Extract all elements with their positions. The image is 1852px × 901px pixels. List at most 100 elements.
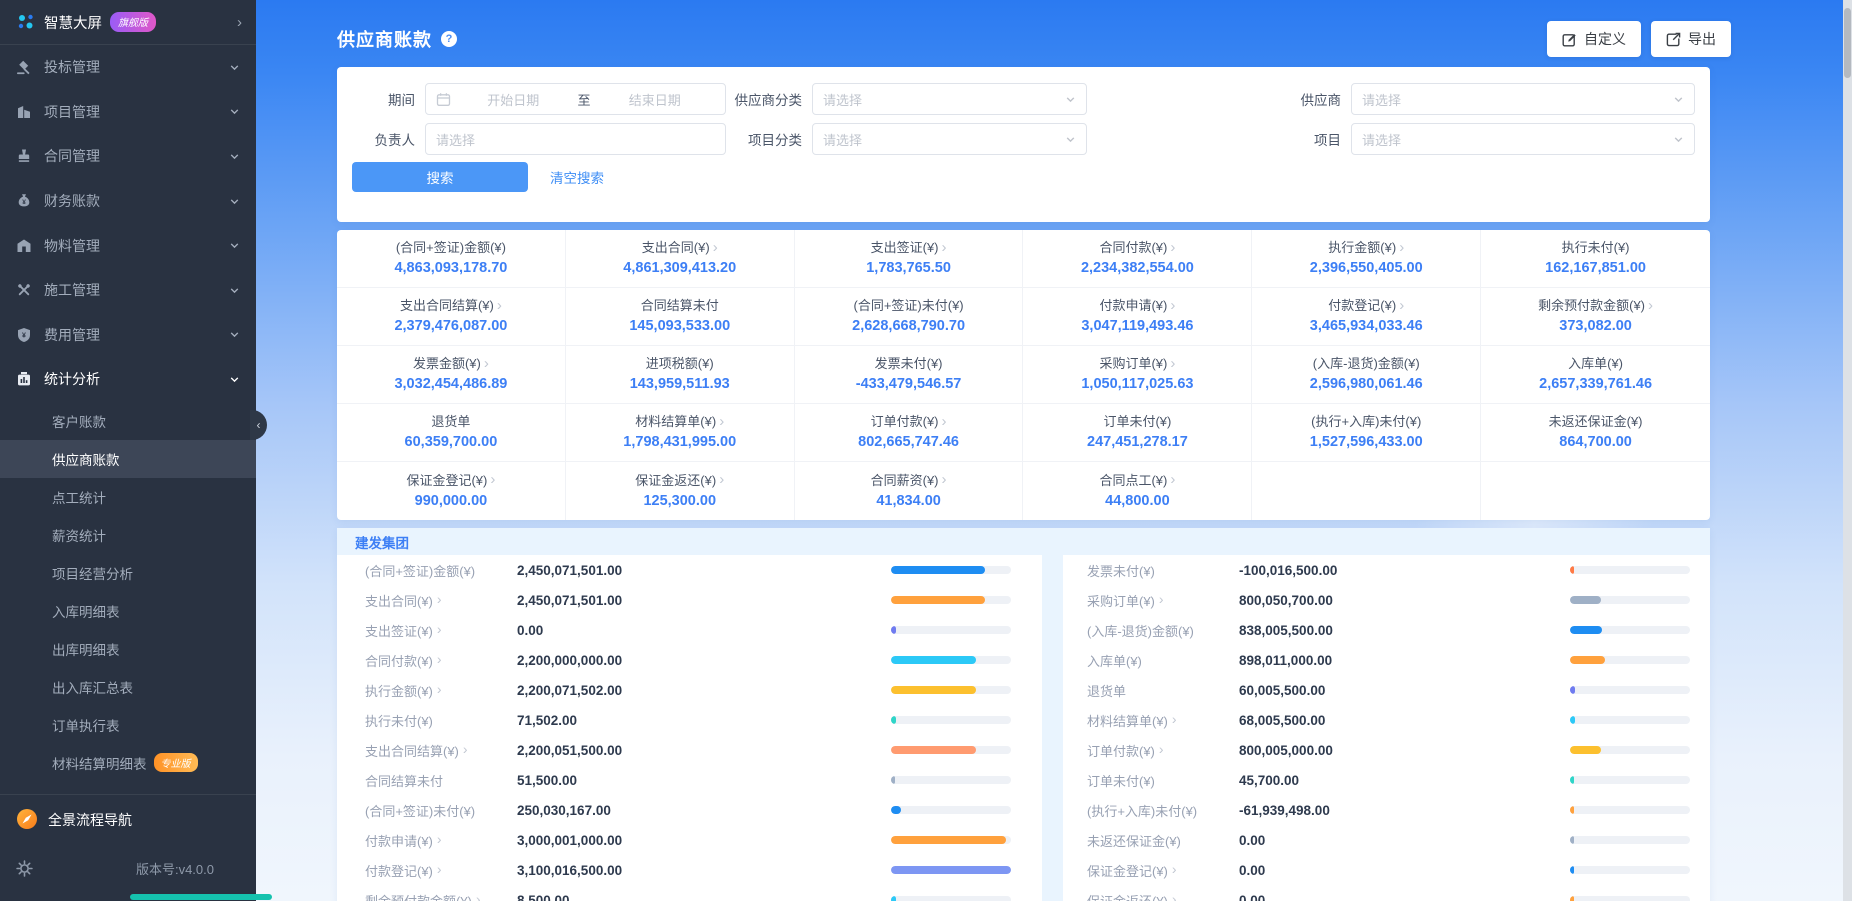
- chevron-down-icon: [229, 285, 240, 296]
- metric-label[interactable]: 合同付款(¥)›: [365, 651, 517, 670]
- sidebar-subitem-label: 供应商账款: [52, 449, 120, 469]
- sidebar-subitem[interactable]: 客户账款: [0, 402, 256, 440]
- end-date-input[interactable]: 结束日期: [595, 90, 716, 109]
- metric-progress-bar: [1570, 716, 1690, 724]
- sidebar-subitem[interactable]: 供应商账款: [0, 440, 256, 478]
- metric-label[interactable]: 支出合同(¥)›: [365, 591, 517, 610]
- supplier-category-select[interactable]: 请选择: [812, 83, 1087, 115]
- search-button[interactable]: 搜索: [352, 162, 528, 192]
- summary-cell: (执行+入库)未付(¥)1,527,596,433.00: [1252, 404, 1481, 462]
- chevron-right-icon: ›: [476, 894, 481, 901]
- summary-cell[interactable]: 付款申请(¥)›3,047,119,493.46: [1023, 288, 1252, 346]
- sidebar-item[interactable]: 项目管理: [0, 90, 256, 135]
- metric-progress-bar: [891, 746, 1011, 754]
- metric-value: 0.00: [1239, 833, 1570, 848]
- summary-cell-value: 864,700.00: [1559, 435, 1632, 450]
- project-select[interactable]: 请选择: [1351, 123, 1695, 155]
- sidebar-item-smart-dashboard[interactable]: 智慧大屏 旗舰版 ›: [0, 0, 256, 44]
- metric-label-text: 发票未付(¥): [1087, 561, 1155, 580]
- help-icon[interactable]: ?: [441, 31, 457, 47]
- sidebar-item-panorama-nav[interactable]: 全景流程导航: [0, 795, 256, 845]
- metric-label-text: 合同结算未付: [365, 771, 443, 790]
- summary-label-text: 发票未付(¥): [875, 357, 943, 370]
- summary-cell[interactable]: 合同点工(¥)›44,800.00: [1023, 462, 1252, 520]
- chevron-right-icon: ›: [1172, 894, 1177, 901]
- sidebar-subitem[interactable]: 项目经营分析: [0, 554, 256, 592]
- summary-cell[interactable]: 材料结算单(¥)›1,798,431,995.00: [566, 404, 795, 462]
- summary-cell[interactable]: 保证金返还(¥)›125,300.00: [566, 462, 795, 520]
- sidebar-subitem-label: 客户账款: [52, 411, 106, 431]
- metric-label-text: (入库-退货)金额(¥): [1087, 621, 1194, 640]
- summary-cell[interactable]: 支出合同(¥)›4,861,309,413.20: [566, 230, 795, 288]
- sidebar-item[interactable]: 施工管理: [0, 268, 256, 313]
- sidebar-subitem[interactable]: 出库明细表: [0, 630, 256, 668]
- project-category-select[interactable]: 请选择: [812, 123, 1087, 155]
- metric-label-text: 合同付款(¥): [365, 651, 433, 670]
- metric-label[interactable]: 付款登记(¥)›: [365, 861, 517, 880]
- start-date-input[interactable]: 开始日期: [453, 90, 574, 109]
- sidebar-item[interactable]: ¥财务账款: [0, 179, 256, 224]
- metric-value: 898,011,000.00: [1239, 653, 1570, 668]
- metric-label-text: 付款申请(¥): [365, 831, 433, 850]
- vertical-scrollbar[interactable]: [1843, 0, 1852, 901]
- metric-label: 订单未付(¥): [1087, 771, 1239, 790]
- sidebar-subitem[interactable]: 材料结算明细表专业版: [0, 744, 256, 782]
- metric-value: 800,050,700.00: [1239, 593, 1570, 608]
- summary-cell[interactable]: 支出签证(¥)›1,783,765.50: [795, 230, 1024, 288]
- sidebar-item[interactable]: ¥费用管理: [0, 313, 256, 358]
- date-range-input[interactable]: 开始日期 至 结束日期: [425, 83, 726, 115]
- supplier-select[interactable]: 请选择: [1351, 83, 1695, 115]
- progress-fill: [1570, 746, 1601, 754]
- sidebar-subitem[interactable]: 订单执行表: [0, 706, 256, 744]
- chevron-down-icon: [1065, 134, 1076, 145]
- metric-label[interactable]: 支出签证(¥)›: [365, 621, 517, 640]
- chevron-down-icon: [229, 62, 240, 73]
- summary-cell[interactable]: 发票金额(¥)›3,032,454,486.89: [337, 346, 566, 404]
- metric-label[interactable]: 保证金返还(¥)›: [1087, 891, 1239, 901]
- summary-cell[interactable]: 合同付款(¥)›2,234,382,554.00: [1023, 230, 1252, 288]
- metric-label[interactable]: 执行金额(¥)›: [365, 681, 517, 700]
- horizontal-scrollbar-thumb[interactable]: [130, 894, 272, 900]
- summary-cell[interactable]: 剩余预付款金额(¥)›373,082.00: [1481, 288, 1710, 346]
- summary-cell-label: 付款申请(¥)›: [1099, 299, 1175, 312]
- summary-cell[interactable]: 采购订单(¥)›1,050,117,025.63: [1023, 346, 1252, 404]
- metric-label[interactable]: 保证金登记(¥)›: [1087, 861, 1239, 880]
- summary-cell[interactable]: 订单付款(¥)›802,665,747.46: [795, 404, 1024, 462]
- metric-label[interactable]: 材料结算单(¥)›: [1087, 711, 1239, 730]
- vertical-scrollbar-thumb[interactable]: [1844, 8, 1851, 78]
- clear-search-link[interactable]: 清空搜索: [550, 167, 604, 187]
- sidebar-subitem[interactable]: 出入库汇总表: [0, 668, 256, 706]
- sidebar-item[interactable]: 合同管理: [0, 134, 256, 179]
- sidebar-subitem[interactable]: 入库明细表: [0, 592, 256, 630]
- metric-label[interactable]: 采购订单(¥)›: [1087, 591, 1239, 610]
- company-metric-row: 订单付款(¥)›800,005,000.00: [1087, 735, 1710, 765]
- company-metric-row: 材料结算单(¥)›68,005,500.00: [1087, 705, 1710, 735]
- sidebar-subitem[interactable]: 点工统计: [0, 478, 256, 516]
- sidebar-subitem[interactable]: 薪资统计: [0, 516, 256, 554]
- metric-label[interactable]: 付款申请(¥)›: [365, 831, 517, 850]
- money-bag-icon: ¥: [16, 193, 32, 209]
- export-button[interactable]: 导出: [1651, 21, 1731, 57]
- settings-gear-icon[interactable]: [16, 860, 33, 877]
- summary-cell[interactable]: 执行金额(¥)›2,396,550,405.00: [1252, 230, 1481, 288]
- metric-progress-bar: [891, 836, 1011, 844]
- summary-cell-value: 802,665,747.46: [858, 435, 959, 450]
- metric-label[interactable]: 剩余预付款金额(¥)›: [365, 891, 517, 901]
- metric-label[interactable]: 订单付款(¥)›: [1087, 741, 1239, 760]
- company-name[interactable]: 建发集团: [337, 528, 1710, 555]
- summary-cell: 退货单60,359,700.00: [337, 404, 566, 462]
- sidebar-item[interactable]: 物料管理: [0, 223, 256, 268]
- summary-cell[interactable]: 保证金登记(¥)›990,000.00: [337, 462, 566, 520]
- summary-cell-label: 保证金登记(¥)›: [406, 474, 495, 487]
- chevron-right-icon: ›: [1170, 242, 1175, 254]
- sidebar-item[interactable]: 统计分析: [0, 357, 256, 402]
- summary-cell[interactable]: 合同薪资(¥)›41,834.00: [795, 462, 1024, 520]
- summary-cell[interactable]: 付款登记(¥)›3,465,934,033.46: [1252, 288, 1481, 346]
- metric-label: 未返还保证金(¥): [1087, 831, 1239, 850]
- owner-input[interactable]: 请选择: [425, 123, 726, 155]
- customize-button[interactable]: 自定义: [1547, 21, 1641, 57]
- metric-label[interactable]: 支出合同结算(¥)›: [365, 741, 517, 760]
- sidebar-item[interactable]: 投标管理: [0, 45, 256, 90]
- sidebar-item-label: 物料管理: [44, 236, 100, 256]
- summary-cell[interactable]: 支出合同结算(¥)›2,379,476,087.00: [337, 288, 566, 346]
